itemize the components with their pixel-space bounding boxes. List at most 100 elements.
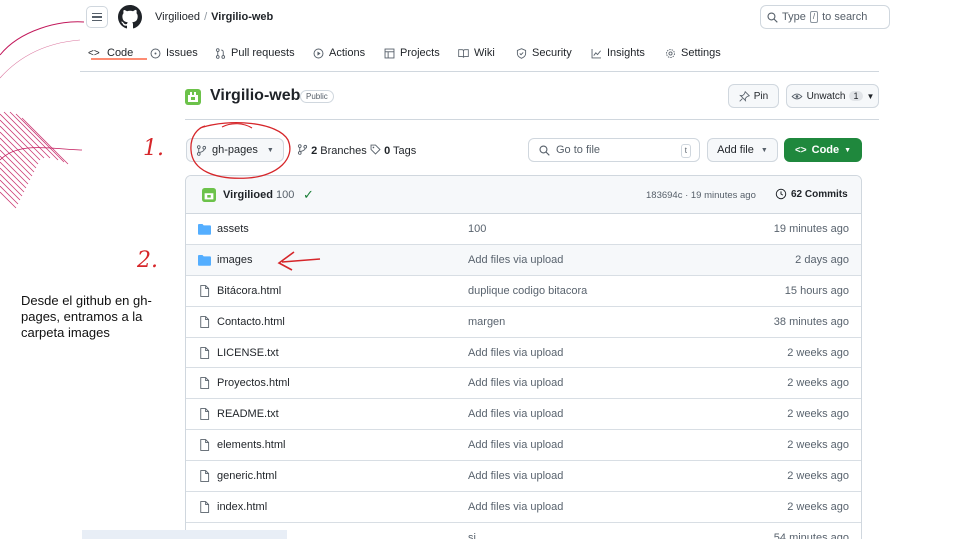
tags-label: Tags <box>393 145 417 157</box>
file-age: 2 weeks ago <box>787 439 849 452</box>
chevron-down-icon: ▼ <box>760 146 768 154</box>
file-row-sobremi-html[interactable]: sobremi.htmlsi54 minutes ago <box>186 523 861 539</box>
file-row-readme-txt[interactable]: README.txt Add files via upload 2 weeks ag… <box>186 399 861 431</box>
eye-icon <box>791 93 803 99</box>
file-name[interactable]: README.txt <box>217 408 279 420</box>
branch-selector[interactable]: gh-pages ▼ <box>186 138 284 162</box>
check-icon[interactable]: ✓ <box>303 187 314 203</box>
file-icon <box>200 408 210 421</box>
go-to-file-input[interactable]: Go to file t <box>528 138 700 162</box>
tab-pull-requests[interactable]: Pull requests <box>215 47 295 59</box>
file-age: 2 weeks ago <box>787 501 849 514</box>
branches-label: Branches <box>320 145 367 157</box>
repo-tabs: <> Code Issues Pull requests Actions Pro… <box>80 38 879 72</box>
file-name[interactable]: LICENSE.txt <box>217 347 279 359</box>
file-commit-message[interactable]: Add files via upload <box>468 254 563 266</box>
branches-count: 2 <box>311 145 318 157</box>
pin-label: Pin <box>753 90 769 102</box>
commits-link[interactable]: 62 Commits <box>775 188 848 200</box>
go-to-file-key: t <box>680 144 691 158</box>
file-age: 2 days ago <box>795 253 849 266</box>
file-commit-message[interactable]: Add files via upload <box>468 347 563 359</box>
chevron-down-icon: ▼ <box>844 146 852 154</box>
tab-issues[interactable]: Issues <box>150 47 198 59</box>
pin-button[interactable]: Pin <box>728 84 779 108</box>
tab-code[interactable]: <> Code <box>88 47 147 60</box>
gear-icon <box>666 48 675 58</box>
file-row-images[interactable]: images Add files via upload 2 days ago <box>186 244 861 276</box>
tags-link[interactable]: 0 Tags <box>370 144 416 157</box>
file-commit-message[interactable]: si <box>468 532 476 539</box>
file-commit-message[interactable]: 100 <box>468 223 486 235</box>
instruction-caption: Desde el github en gh-pages, entramos a … <box>21 293 152 340</box>
avatar[interactable] <box>202 188 216 202</box>
file-commit-message[interactable]: Add files via upload <box>468 470 563 482</box>
file-name[interactable]: Bitácora.html <box>217 285 281 297</box>
watch-count: 1 <box>849 91 863 101</box>
file-name[interactable]: Proyectos.html <box>217 377 290 389</box>
file-row-license-txt[interactable]: LICENSE.txt Add files via upload 2 weeks a… <box>186 338 861 369</box>
file-icon <box>200 284 210 297</box>
file-name[interactable]: assets <box>217 223 249 235</box>
file-icon <box>200 439 210 452</box>
breadcrumb-repo[interactable]: Virgilio-web <box>211 11 273 23</box>
tab-actions-label: Actions <box>329 47 366 59</box>
file-row-contacto-html[interactable]: Contacto.html margen 38 minutes ago <box>186 307 861 338</box>
file-row-assets[interactable]: assets 100 19 minutes ago <box>186 214 861 245</box>
menu-icon[interactable] <box>86 6 108 28</box>
branches-link[interactable]: 2 Branches <box>297 144 367 157</box>
file-commit-message[interactable]: Add files via upload <box>468 439 563 451</box>
file-commit-message[interactable]: margen <box>468 316 505 328</box>
file-row-elements-html[interactable]: elements.html Add files via upload 2 weeks… <box>186 430 861 462</box>
file-row-index-html[interactable]: index.html Add files via upload 2 weeks ag… <box>186 492 861 523</box>
search-input[interactable]: Type / to search <box>760 5 890 29</box>
code-icon: <> <box>794 144 807 156</box>
code-button-label: Code <box>811 144 840 156</box>
book-icon <box>458 48 469 58</box>
play-icon <box>313 48 324 58</box>
file-name[interactable]: Contacto.html <box>217 316 285 328</box>
branch-icon <box>196 144 207 156</box>
step-1-label: 1. <box>143 136 164 161</box>
graph-icon <box>591 48 601 58</box>
watch-button[interactable]: Unwatch 1 ▼ <box>786 84 879 108</box>
step-2-label: 2. <box>137 248 158 273</box>
commit-hash-time[interactable]: 183694c · 19 minutes ago <box>646 190 756 201</box>
tab-actions[interactable]: Actions <box>313 47 365 59</box>
file-row-proyectos-html[interactable]: Proyectos.html Add files via upload 2 week… <box>186 368 861 400</box>
repo-title[interactable]: Virgilio-web <box>210 87 300 105</box>
file-icon <box>200 501 210 513</box>
file-icon <box>200 315 210 328</box>
breadcrumb-owner[interactable]: Virgilioed <box>155 11 200 23</box>
file-name[interactable]: index.html <box>217 501 267 513</box>
commit-message[interactable]: 100 <box>276 189 294 201</box>
add-file-button[interactable]: Add file ▼ <box>707 138 778 162</box>
tab-insights[interactable]: Insights <box>591 47 645 59</box>
tab-wiki[interactable]: Wiki <box>458 47 495 59</box>
file-row-bit-cora-html[interactable]: Bitácora.html duplique codigo bitacora 15 … <box>186 276 861 307</box>
code-button[interactable]: <> Code ▼ <box>784 138 862 162</box>
file-table: Virgilioed 100 ✓ 183694c · 19 minutes ag… <box>185 175 862 539</box>
file-row-generic-html[interactable]: generic.html Add files via upload 2 weeks … <box>186 461 861 493</box>
branch-circle-flick <box>221 123 253 129</box>
file-commit-message[interactable]: Add files via upload <box>468 501 563 513</box>
file-name[interactable]: elements.html <box>217 439 285 451</box>
file-name[interactable]: images <box>217 254 252 266</box>
file-name[interactable]: generic.html <box>217 470 277 482</box>
tab-projects[interactable]: Projects <box>384 47 440 59</box>
github-logo-icon[interactable] <box>118 5 142 29</box>
branch-icon <box>297 144 308 155</box>
browser-status-bar <box>82 530 287 539</box>
issue-icon <box>150 48 161 58</box>
go-to-file-placeholder: Go to file <box>556 144 601 156</box>
tab-security[interactable]: Security <box>516 47 572 59</box>
file-commit-message[interactable]: Add files via upload <box>468 377 563 389</box>
tab-settings[interactable]: Settings <box>665 47 721 59</box>
file-age: 2 weeks ago <box>787 377 849 390</box>
commit-author[interactable]: Virgilioed <box>223 189 273 201</box>
tag-icon <box>370 144 381 155</box>
file-commit-message[interactable]: duplique codigo bitacora <box>468 285 587 297</box>
code-icon: <> <box>88 47 100 59</box>
tab-settings-label: Settings <box>681 47 721 59</box>
file-commit-message[interactable]: Add files via upload <box>468 408 563 420</box>
